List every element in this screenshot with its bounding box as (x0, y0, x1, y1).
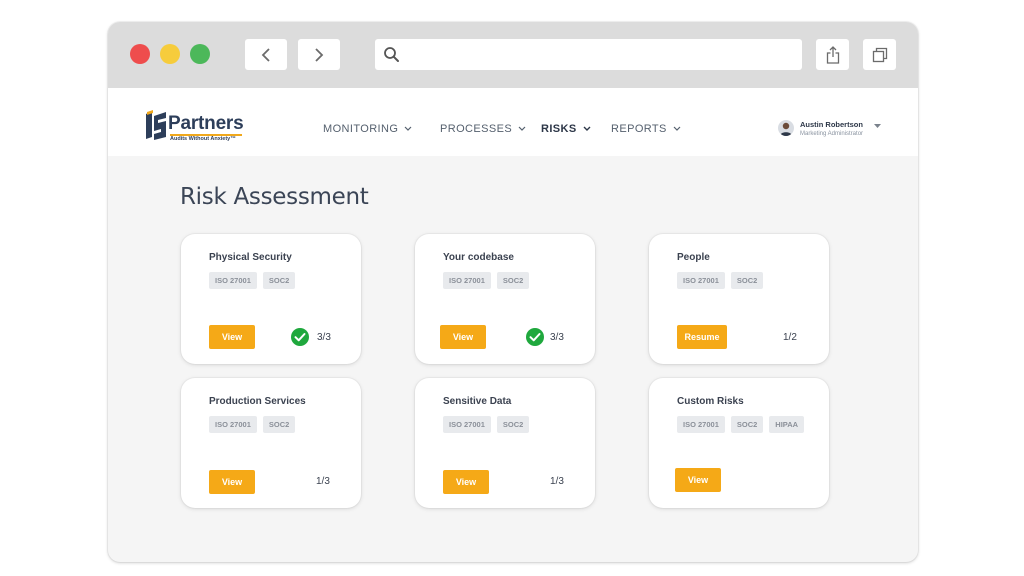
tag: ISO 27001 (443, 272, 491, 289)
logo-brand-text: Partners (168, 113, 244, 134)
tag-list: ISO 27001 SOC2 (209, 272, 349, 289)
tag-list: ISO 27001 SOC2 (677, 272, 817, 289)
chevron-down-icon (404, 126, 412, 131)
view-button[interactable]: View (675, 468, 721, 492)
caret-down-icon (874, 124, 881, 128)
tag: SOC2 (262, 416, 296, 433)
card-title: Custom Risks (677, 396, 744, 407)
tag: HIPAA (769, 416, 805, 433)
risk-card-sensitive-data: Sensitive Data ISO 27001 SOC2 View 1/3 (415, 378, 595, 508)
tag: SOC2 (262, 272, 296, 289)
logo-mark-icon (146, 110, 166, 140)
address-input[interactable] (409, 44, 789, 65)
nav-monitoring[interactable]: MONITORING (323, 123, 412, 135)
tag: SOC2 (730, 272, 764, 289)
tag: ISO 27001 (443, 416, 491, 433)
card-title: Physical Security (209, 252, 292, 263)
browser-window: Partners Audits Without Anxiety™ MONITOR… (108, 22, 918, 562)
progress-count: 3/3 (317, 332, 331, 343)
risk-card-physical-security: Physical Security ISO 27001 SOC2 View 3/… (181, 234, 361, 364)
chevron-right-icon (315, 47, 324, 62)
check-circle-icon (526, 328, 544, 346)
card-title: People (677, 252, 710, 263)
app-header: Partners Audits Without Anxiety™ MONITOR… (108, 88, 918, 156)
progress-count: 1/2 (783, 332, 797, 343)
back-button[interactable] (245, 39, 287, 70)
avatar (778, 120, 794, 136)
progress-count: 1/3 (316, 476, 330, 487)
risk-card-custom-risks: Custom Risks ISO 27001 SOC2 HIPAA View (649, 378, 829, 508)
minimize-window-button[interactable] (160, 44, 180, 64)
tag: ISO 27001 (677, 416, 725, 433)
card-title: Sensitive Data (443, 396, 512, 407)
nav-reports[interactable]: REPORTS (611, 123, 681, 135)
tag-list: ISO 27001 SOC2 (443, 416, 583, 433)
risk-card-your-codebase: Your codebase ISO 27001 SOC2 View 3/3 (415, 234, 595, 364)
nav-risks-label: RISKS (541, 123, 577, 135)
close-window-button[interactable] (130, 44, 150, 64)
resume-button[interactable]: Resume (677, 325, 727, 349)
user-avatar-icon (780, 122, 792, 136)
nav-processes[interactable]: PROCESSES (440, 123, 526, 135)
share-icon (826, 45, 839, 64)
tag-list: ISO 27001 SOC2 (209, 416, 349, 433)
search-icon (384, 47, 399, 62)
tag-list: ISO 27001 SOC2 HIPAA (677, 416, 807, 433)
view-button[interactable]: View (209, 325, 255, 349)
chevron-down-icon (518, 126, 526, 131)
progress-count: 1/3 (550, 476, 564, 487)
card-title: Production Services (209, 396, 306, 407)
share-button[interactable] (816, 39, 849, 70)
tabs-icon (872, 47, 887, 62)
page-title: Risk Assessment (180, 184, 369, 210)
view-button[interactable]: View (443, 470, 489, 494)
user-menu[interactable]: Austin Robertson Marketing Administrator (778, 119, 888, 143)
tag-list: ISO 27001 SOC2 (443, 272, 583, 289)
view-button[interactable]: View (440, 325, 486, 349)
nav-processes-label: PROCESSES (440, 123, 513, 135)
maximize-window-button[interactable] (190, 44, 210, 64)
chevron-down-icon (673, 126, 681, 131)
user-name: Austin Robertson (800, 120, 863, 129)
address-bar[interactable] (375, 39, 802, 70)
nav-reports-label: REPORTS (611, 123, 667, 135)
risk-card-production-services: Production Services ISO 27001 SOC2 View … (181, 378, 361, 508)
tag: SOC2 (496, 416, 530, 433)
card-title: Your codebase (443, 252, 514, 263)
tag: SOC2 (730, 416, 764, 433)
view-button[interactable]: View (209, 470, 255, 494)
user-role: Marketing Administrator (800, 131, 864, 137)
nav-monitoring-label: MONITORING (323, 123, 399, 135)
check-circle-icon (291, 328, 309, 346)
risk-card-people: People ISO 27001 SOC2 Resume 1/2 (649, 234, 829, 364)
tag: ISO 27001 (677, 272, 725, 289)
browser-toolbar (108, 22, 918, 88)
chevron-left-icon (261, 47, 270, 62)
company-logo[interactable]: Partners Audits Without Anxiety™ (144, 110, 254, 146)
progress-count: 3/3 (550, 332, 564, 343)
tag: ISO 27001 (209, 272, 257, 289)
forward-button[interactable] (298, 39, 340, 70)
tag: SOC2 (496, 272, 530, 289)
tabs-button[interactable] (863, 39, 896, 70)
chevron-down-icon (583, 126, 591, 131)
tag: ISO 27001 (209, 416, 257, 433)
nav-risks[interactable]: RISKS (541, 123, 591, 135)
logo-tagline: Audits Without Anxiety™ (170, 136, 236, 142)
